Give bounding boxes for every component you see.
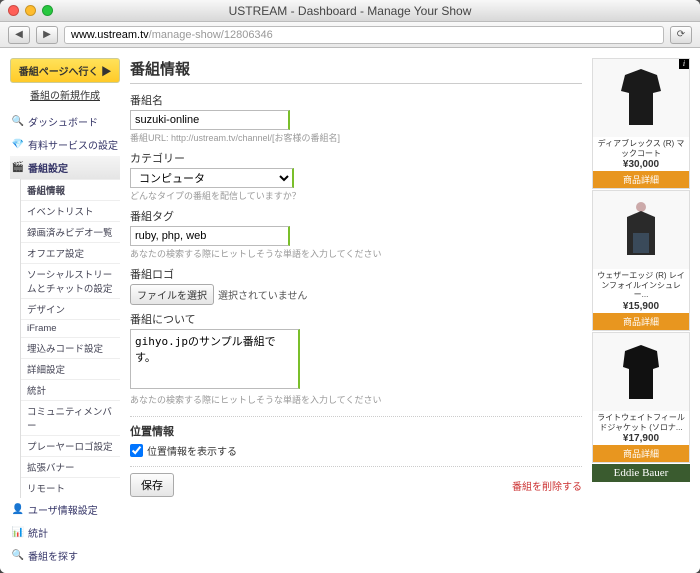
show-name-input[interactable] xyxy=(130,110,290,130)
product-name: ディアブレックス (R) マックコート xyxy=(593,137,689,158)
url-path: /manage-show/12806346 xyxy=(149,29,273,41)
tags-label: 番組タグ xyxy=(130,208,582,224)
sidebar-item-find-shows[interactable]: 🔍 番組を探す xyxy=(10,544,120,567)
product-more-button[interactable]: 商品詳細 xyxy=(593,313,689,330)
sidebar-item-label: 統計 xyxy=(28,525,48,540)
no-file-label: 選択されていません xyxy=(218,291,307,302)
sidebar-item-label: 有料サービスの設定 xyxy=(28,137,118,152)
sidebar-item-label: 番組を探す xyxy=(28,548,78,563)
sidebar-item-communities[interactable]: 👥参加中のコミュニティ xyxy=(10,567,120,573)
sidebar-item-stats[interactable]: 📊 統計 xyxy=(10,521,120,544)
sub-extended-banner[interactable]: 拡張バナー xyxy=(21,456,120,477)
window-titlebar: USTREAM - Dashboard - Manage Your Show xyxy=(0,0,700,22)
chart-icon: 📊 xyxy=(12,527,24,539)
sidebar-item-show-settings[interactable]: 🎬 番組設定 xyxy=(10,156,120,179)
sub-social-chat[interactable]: ソーシャルストリームとチャットの設定 xyxy=(21,263,120,298)
sub-community[interactable]: コミュニティメンバー xyxy=(21,400,120,435)
sidebar-item-paid-services[interactable]: 💎 有料サービスの設定 xyxy=(10,133,120,156)
sidebar-item-label: ダッシュボード xyxy=(28,114,98,129)
logo-label: 番組ロゴ xyxy=(130,266,582,282)
url-domain: www.ustream.tv xyxy=(71,29,149,41)
product-price: ¥17,900 xyxy=(593,432,689,445)
sub-stats[interactable]: 統計 xyxy=(21,379,120,400)
page-heading: 番組情報 xyxy=(130,58,582,84)
product-name: ライトウェイトフィールドジャケット (ソロナ... xyxy=(593,411,689,432)
about-textarea[interactable] xyxy=(130,329,300,389)
category-select[interactable]: コンピュータ xyxy=(130,168,294,188)
product-name: ウェザーエッジ (R) レインフォイルインシュレー... xyxy=(593,269,689,300)
save-button[interactable]: 保存 xyxy=(130,473,174,497)
sidebar-subitems: 番組情報 イベントリスト 録画済みビデオ一覧 オフエア設定 ソーシャルストリーム… xyxy=(20,179,120,498)
sidebar-item-user-settings[interactable]: 👤 ユーザ情報設定 xyxy=(10,498,120,521)
info-badge-icon: i xyxy=(679,59,689,69)
sub-event-list[interactable]: イベントリスト xyxy=(21,200,120,221)
show-name-help: 番組URL: http://ustream.tv/channel/[お客様の番組… xyxy=(130,131,582,144)
search-icon: 🔍 xyxy=(12,550,24,562)
tags-input[interactable] xyxy=(130,226,290,246)
search-icon: 🔍 xyxy=(12,116,24,128)
user-icon: 👤 xyxy=(12,504,24,516)
diamond-icon: 💎 xyxy=(12,139,24,151)
product-image xyxy=(593,191,689,269)
show-name-label: 番組名 xyxy=(130,92,582,108)
tags-help: あなたの検索する際にヒットしそうな単語を入力してください xyxy=(130,247,582,260)
location-checkbox-row[interactable]: 位置情報を表示する xyxy=(130,443,582,458)
create-new-show-link[interactable]: 番組の新規作成 xyxy=(10,87,120,102)
sidebar: 番組ページへ行く ▶ 番組の新規作成 🔍 ダッシュボード 💎 有料サービスの設定 🎬… xyxy=(10,58,120,573)
product-more-button[interactable]: 商品詳細 xyxy=(593,171,689,188)
ad-column: i ディアブレックス (R) マックコート ¥30,000 商品詳細 ウェザーエ… xyxy=(592,58,690,573)
sub-remote[interactable]: リモート xyxy=(21,477,120,498)
sidebar-item-label: 番組設定 xyxy=(28,160,68,175)
back-button[interactable]: ◀ xyxy=(8,26,30,44)
window-title: USTREAM - Dashboard - Manage Your Show xyxy=(0,4,700,18)
zoom-window-button[interactable] xyxy=(42,5,53,16)
ad-card[interactable]: ライトウェイトフィールドジャケット (ソロナ... ¥17,900 商品詳細 xyxy=(592,332,690,463)
choose-file-button[interactable]: ファイルを選択 xyxy=(130,284,214,305)
minimize-window-button[interactable] xyxy=(25,5,36,16)
ad-card[interactable]: i ディアブレックス (R) マックコート ¥30,000 商品詳細 xyxy=(592,58,690,189)
ad-card[interactable]: ウェザーエッジ (R) レインフォイルインシュレー... ¥15,900 商品詳… xyxy=(592,190,690,331)
sub-show-info[interactable]: 番組情報 xyxy=(21,179,120,200)
sub-design[interactable]: デザイン xyxy=(21,298,120,319)
go-to-show-button[interactable]: 番組ページへ行く ▶ xyxy=(10,58,120,83)
sidebar-item-dashboard[interactable]: 🔍 ダッシュボード xyxy=(10,110,120,133)
about-help: あなたの検索する際にヒットしそうな単語を入力してください xyxy=(130,393,582,406)
browser-toolbar: ◀ ▶ www.ustream.tv/manage-show/12806346 … xyxy=(0,22,700,48)
product-image xyxy=(593,59,689,137)
sub-recorded-videos[interactable]: 録画済みビデオ一覧 xyxy=(21,221,120,242)
main-panel: 番組情報 番組名 番組URL: http://ustream.tv/channe… xyxy=(130,58,582,573)
address-bar[interactable]: www.ustream.tv/manage-show/12806346 xyxy=(64,26,664,44)
category-help: どんなタイプの番組を配信していますか？ xyxy=(130,189,582,202)
sub-embed-code[interactable]: 埋込みコード設定 xyxy=(21,337,120,358)
location-heading: 位置情報 xyxy=(130,423,582,439)
about-label: 番組について xyxy=(130,311,582,327)
product-image xyxy=(593,333,689,411)
sub-iframe[interactable]: iFrame xyxy=(21,319,120,337)
location-checkbox[interactable] xyxy=(130,444,143,457)
sub-player-logo[interactable]: プレーヤーロゴ設定 xyxy=(21,435,120,456)
location-checkbox-label: 位置情報を表示する xyxy=(147,443,237,458)
category-label: カテゴリー xyxy=(130,150,582,166)
reload-button[interactable]: ⟳ xyxy=(670,26,692,44)
sub-offair-settings[interactable]: オフエア設定 xyxy=(21,242,120,263)
sub-advanced[interactable]: 詳細設定 xyxy=(21,358,120,379)
product-price: ¥30,000 xyxy=(593,158,689,171)
forward-button[interactable]: ▶ xyxy=(36,26,58,44)
delete-show-link[interactable]: 番組を削除する xyxy=(512,478,582,493)
product-more-button[interactable]: 商品詳細 xyxy=(593,445,689,462)
ad-brand-logo[interactable]: Eddie Bauer xyxy=(592,464,690,482)
clapper-icon: 🎬 xyxy=(12,162,24,174)
product-price: ¥15,900 xyxy=(593,300,689,313)
sidebar-item-label: ユーザ情報設定 xyxy=(28,502,98,517)
close-window-button[interactable] xyxy=(8,5,19,16)
